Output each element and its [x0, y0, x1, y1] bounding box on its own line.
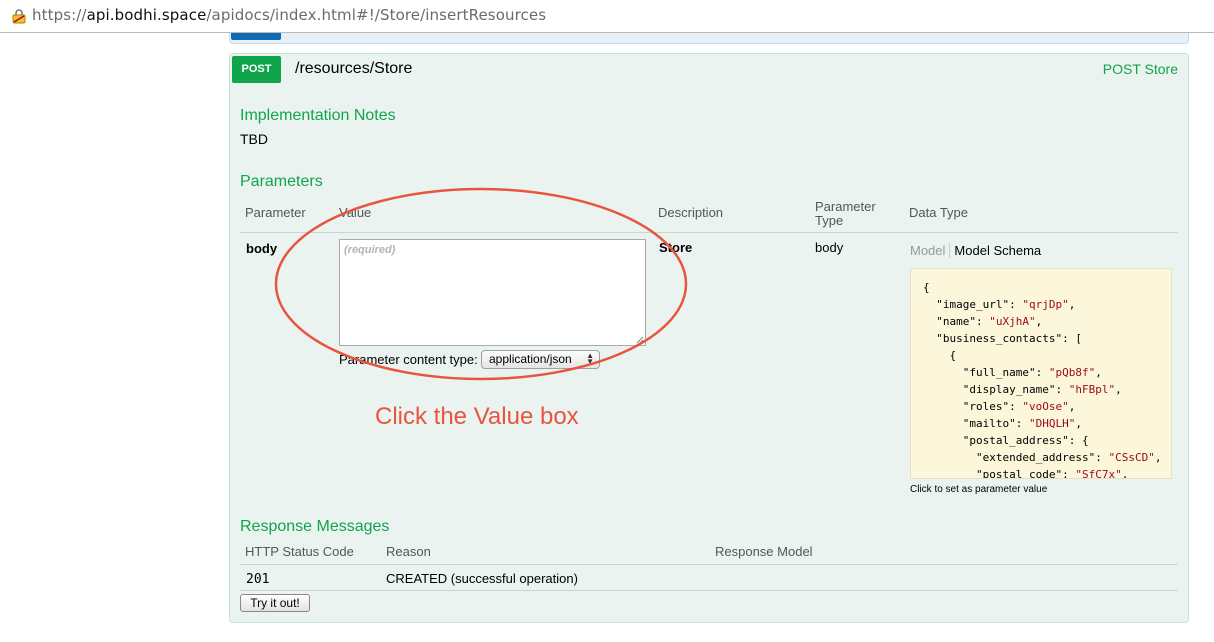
response-reason: CREATED (successful operation)	[386, 571, 578, 586]
response-messages-title: Response Messages	[240, 518, 390, 535]
header-http-status-code: HTTP Status Code	[245, 544, 354, 559]
schema-key: "name"	[936, 315, 976, 328]
header-description: Description	[658, 205, 724, 220]
header-parameter-type-line2: Type	[815, 213, 844, 228]
schema-line: "mailto": "DHQLH",	[962, 417, 1082, 430]
header-data-type: Data Type	[909, 205, 969, 220]
model-schema-box[interactable]: { "image_url": "qrjDp", "name": "uXjhA",…	[910, 268, 1172, 479]
previous-operation	[229, 33, 1189, 44]
tab-model[interactable]: Model	[910, 243, 951, 258]
previous-operation-method	[231, 33, 281, 40]
parameter-name: body	[246, 241, 278, 256]
operation-panel: POST /resources/Store POST Store Impleme…	[229, 53, 1189, 623]
annotation-text: Click the Value box	[375, 403, 579, 430]
parameters-title: Parameters	[240, 173, 323, 190]
schema-line: "extended_address": "CSsCD",	[975, 451, 1162, 464]
response-row-divider	[240, 590, 1178, 591]
lock-warning-icon	[12, 9, 26, 24]
try-it-out-button[interactable]: Try it out!	[240, 594, 310, 612]
value-placeholder: (required)	[344, 244, 396, 256]
schema-value: "uXjhA"	[989, 315, 1036, 328]
url-path: /apidocs/index.html#!/Store/insertResour…	[206, 6, 547, 24]
schema-key: "full_name"	[962, 366, 1036, 379]
schema-value: "voOse"	[1022, 400, 1069, 413]
schema-value: "qrjDp"	[1022, 298, 1069, 311]
schema-line: "display_name": "hFBpl",	[962, 383, 1122, 396]
parameter-type: body	[815, 240, 844, 255]
schema-value: "pQb8f"	[1048, 366, 1096, 379]
schema-line: {	[923, 281, 930, 294]
schema-line: "postal_code": "SfC7x",	[975, 468, 1129, 479]
schema-line: {	[949, 349, 957, 362]
schema-value: "hFBpl"	[1068, 383, 1116, 396]
response-status-code: 201	[246, 572, 270, 587]
parameters-header-divider	[240, 232, 1178, 233]
schema-key: "extended_address"	[975, 451, 1096, 464]
header-value: Value	[339, 205, 372, 220]
schema-line: "name": "uXjhA",	[936, 315, 1043, 328]
url-host: api.bodhi.space	[86, 6, 207, 24]
header-parameter: Parameter	[245, 205, 306, 220]
header-parameter-type: Parameter Type	[815, 200, 876, 228]
operation-path[interactable]: /resources/Store	[295, 60, 412, 78]
schema-line: "roles": "voOse",	[962, 400, 1076, 413]
schema-key: "image_url"	[936, 298, 1010, 311]
http-method-badge[interactable]: POST	[232, 56, 281, 83]
schema-line: "business_contacts": [	[936, 332, 1082, 345]
url-text[interactable]: https://api.bodhi.space/apidocs/index.ht…	[32, 6, 546, 24]
data-type-tabs: Model Model Schema	[910, 243, 1041, 258]
resize-grip-icon[interactable]	[636, 336, 644, 344]
schema-key: "display_name"	[962, 383, 1056, 396]
schema-key: "postal_address"	[962, 434, 1069, 447]
header-parameter-type-line1: Parameter	[815, 199, 876, 214]
url-prefix: https://	[32, 6, 87, 24]
address-bar[interactable]: https://api.bodhi.space/apidocs/index.ht…	[0, 0, 1214, 33]
schema-line: "full_name": "pQb8f",	[962, 366, 1102, 379]
value-textarea[interactable]: (required)	[339, 239, 646, 346]
schema-key: "business_contacts"	[936, 332, 1063, 345]
schema-value: "SfC7x"	[1075, 468, 1122, 479]
response-header-divider	[240, 564, 1178, 565]
schema-value: "DHQLH"	[1028, 417, 1076, 430]
schema-hint: Click to set as parameter value	[910, 484, 1048, 495]
tab-model-schema[interactable]: Model Schema	[950, 243, 1041, 258]
schema-line: "image_url": "qrjDp",	[936, 298, 1076, 311]
header-response-model: Response Model	[715, 544, 813, 559]
schema-key: "roles"	[962, 400, 1010, 413]
implementation-notes-title: Implementation Notes	[240, 107, 396, 124]
content-type-select[interactable]: application/json ▲ ▼	[481, 350, 600, 369]
implementation-notes: TBD	[240, 131, 268, 147]
operation-heading[interactable]: POST /resources/Store POST Store	[230, 54, 1188, 85]
schema-line: "postal_address": {	[962, 434, 1089, 447]
content-type-selected: application/json	[489, 352, 572, 366]
schema-key: "postal_code"	[975, 468, 1063, 479]
select-arrows-icon: ▲ ▼	[586, 351, 594, 366]
header-reason: Reason	[386, 544, 431, 559]
operation-summary[interactable]: POST Store	[1103, 61, 1178, 77]
parameter-description: Store	[659, 240, 693, 255]
content-type-label: Parameter content type:	[339, 352, 478, 367]
schema-value: "CSsCD"	[1108, 451, 1155, 464]
schema-key: "mailto"	[962, 417, 1016, 430]
